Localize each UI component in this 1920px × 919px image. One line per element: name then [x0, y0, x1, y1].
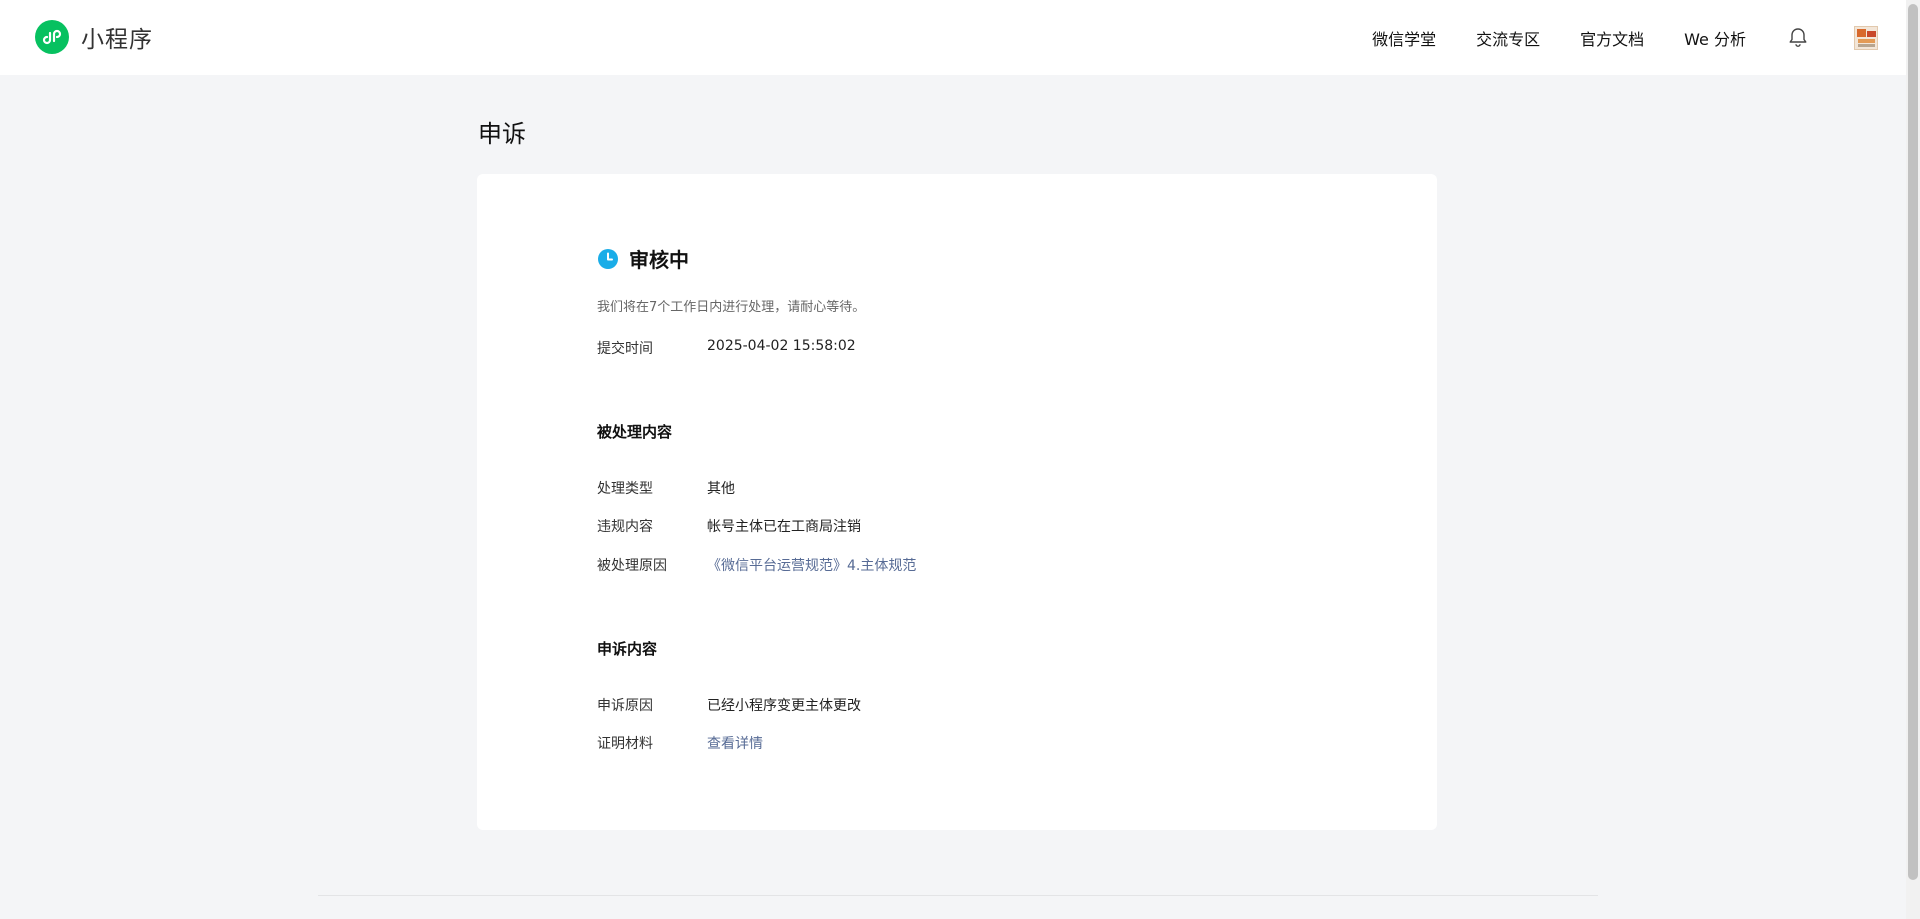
processed-row-value: 其他: [707, 481, 735, 497]
appeal-section-title: 申诉内容: [597, 640, 658, 658]
review-status: 审核中: [597, 244, 689, 273]
avatar[interactable]: [1854, 26, 1878, 50]
status-label: 审核中: [629, 248, 689, 272]
submit-time-row: 提交时间 2025-04-02 15:58:02: [597, 338, 856, 358]
appeal-row-label: 申诉原因: [597, 698, 653, 714]
bell-icon[interactable]: [1787, 26, 1809, 48]
appeal-row-value: 已经小程序变更主体更改: [707, 698, 861, 714]
processed-section-title: 被处理内容: [597, 423, 673, 441]
submit-time-label: 提交时间: [597, 341, 653, 357]
top-navigation-bar: 小程序 微信学堂 交流专区 官方文档 We 分析: [0, 0, 1906, 75]
scrollbar-thumb[interactable]: [1908, 4, 1918, 880]
appeal-row-label: 证明材料: [597, 736, 653, 752]
footer-divider: [318, 895, 1598, 896]
vertical-scrollbar[interactable]: [1906, 0, 1920, 919]
processed-row-label: 违规内容: [597, 519, 653, 535]
nav-item-official-docs[interactable]: 官方文档: [1580, 26, 1644, 50]
nav-item-we-analytics[interactable]: We 分析: [1684, 26, 1746, 50]
miniprogram-logo-icon: [35, 20, 69, 54]
brand[interactable]: 小程序: [35, 20, 153, 54]
processed-row-label: 被处理原因: [597, 558, 667, 574]
violation-reason-link[interactable]: 《微信平台运营规范》4.主体规范: [707, 555, 916, 575]
page-title: 申诉: [478, 120, 526, 148]
brand-name: 小程序: [81, 27, 153, 53]
processed-row: 违规内容 帐号主体已在工商局注销: [597, 516, 861, 536]
submit-time-value: 2025-04-02 15:58:02: [707, 338, 856, 354]
processed-row: 被处理原因 《微信平台运营规范》4.主体规范: [597, 555, 916, 575]
appeal-row: 申诉原因 已经小程序变更主体更改: [597, 695, 861, 715]
nav-item-community[interactable]: 交流专区: [1476, 26, 1540, 50]
clock-icon: [597, 248, 619, 270]
nav-item-wechat-academy[interactable]: 微信学堂: [1372, 26, 1436, 50]
view-details-link[interactable]: 查看详情: [707, 733, 763, 753]
appeal-row: 证明材料 查看详情: [597, 733, 763, 753]
status-description: 我们将在7个工作日内进行处理，请耐心等待。: [597, 300, 866, 315]
processed-row-label: 处理类型: [597, 481, 653, 497]
processed-row: 处理类型 其他: [597, 478, 735, 498]
main-nav: 微信学堂 交流专区 官方文档 We 分析: [1332, 0, 1746, 75]
appeal-detail-card: 审核中 我们将在7个工作日内进行处理，请耐心等待。 提交时间 2025-04-0…: [477, 174, 1437, 830]
processed-row-value: 帐号主体已在工商局注销: [707, 519, 861, 535]
